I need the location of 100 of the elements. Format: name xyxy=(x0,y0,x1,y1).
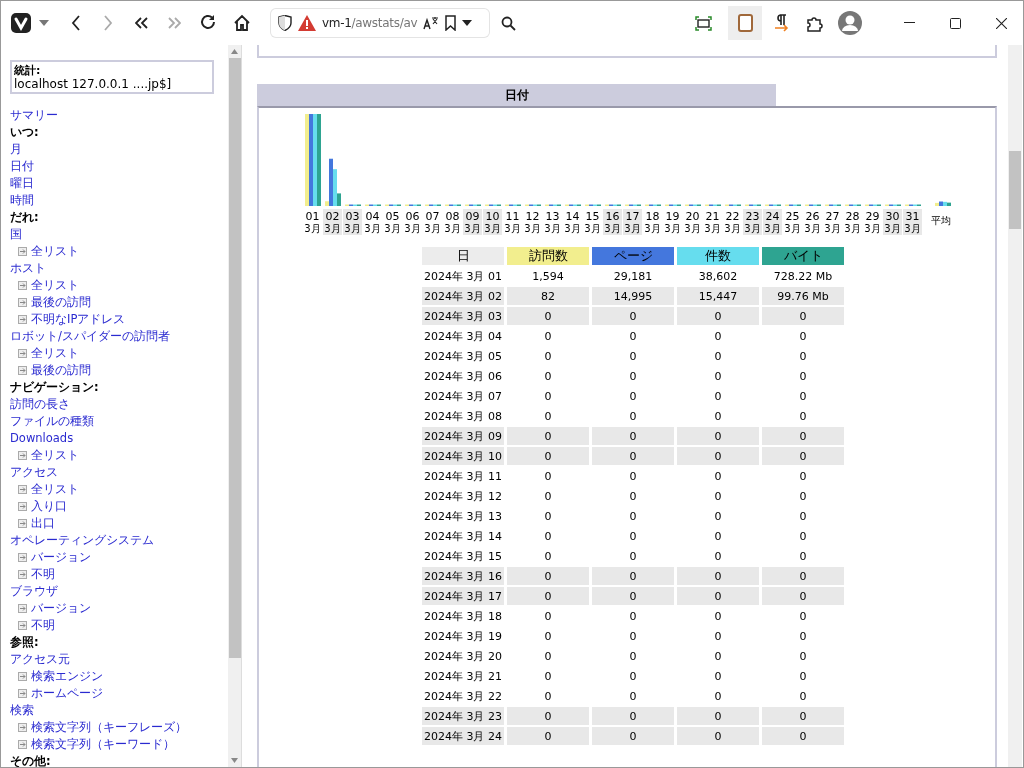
scrollbar-thumb[interactable] xyxy=(1009,151,1021,229)
menu-link[interactable]: 月 xyxy=(10,141,22,158)
menu-link[interactable]: 時間 xyxy=(10,192,34,209)
minimize-icon[interactable] xyxy=(904,22,915,24)
translate-icon[interactable] xyxy=(423,16,440,30)
menu-link[interactable]: 入り口 xyxy=(31,498,67,515)
table-cell: 0 xyxy=(592,587,674,605)
day-label: 20 3月 xyxy=(683,209,703,235)
day-label: 03 3月 xyxy=(343,209,363,235)
menu-link[interactable]: ロボット/スパイダーの訪問者 xyxy=(10,328,170,345)
shield-icon[interactable] xyxy=(278,15,292,31)
capture-icon[interactable] xyxy=(695,15,712,31)
search-icon[interactable] xyxy=(501,15,516,31)
table-cell-text: 0 xyxy=(798,348,808,365)
browser-logo-icon[interactable] xyxy=(11,13,31,33)
menu-link[interactable]: 国 xyxy=(10,226,22,243)
scroll-up-icon[interactable] xyxy=(231,49,238,54)
menu-link[interactable]: 全リスト xyxy=(31,345,79,362)
menu-link[interactable]: 検索エンジン xyxy=(31,668,103,685)
table-cell: 0 xyxy=(507,447,589,465)
menu-link[interactable]: 全リスト xyxy=(31,243,79,260)
address-field[interactable]: vm-1/awstats/av xyxy=(271,9,489,37)
menu-link[interactable]: 訪問の長さ xyxy=(10,396,70,413)
table-cell-text: 0 xyxy=(798,368,808,385)
reload-icon[interactable] xyxy=(199,14,217,32)
menu-link[interactable]: アクセス xyxy=(10,464,58,481)
table-cell-text: 0 xyxy=(628,508,638,525)
menu-link[interactable]: 曜日 xyxy=(10,175,34,192)
date-cell-text: 2024年 3月 22 xyxy=(423,688,503,705)
warning-icon[interactable] xyxy=(298,15,316,31)
puzzle-icon[interactable] xyxy=(806,14,824,32)
table-cell: 0 xyxy=(592,427,674,445)
menu-heading: ナビゲーション: xyxy=(10,379,100,396)
menu-link[interactable]: 検索文字列（キーフレーズ） xyxy=(31,719,187,736)
table-cell: 0 xyxy=(507,427,589,445)
menu-link[interactable]: 全リスト xyxy=(31,447,79,464)
menu-link[interactable]: 不明なIPアドレス xyxy=(31,311,126,328)
sub-item-icon xyxy=(18,281,27,290)
menu-link[interactable]: ホームページ xyxy=(31,685,103,702)
table-cell: 0 xyxy=(762,727,844,745)
menu-link[interactable]: バージョン xyxy=(31,600,91,617)
menu-link[interactable]: オペレーティングシステム xyxy=(10,532,154,549)
table-cell: 0 xyxy=(592,567,674,585)
caret-icon[interactable] xyxy=(462,20,473,26)
avatar-icon[interactable] xyxy=(838,11,862,35)
table-cell: 0 xyxy=(507,587,589,605)
menu-link[interactable]: 最後の訪問 xyxy=(31,294,91,311)
menu-link[interactable]: ブラウザ xyxy=(10,583,58,600)
menu-link[interactable]: 不明 xyxy=(31,617,55,634)
average-label: 平均 xyxy=(931,214,951,228)
table-cell-text: 0 xyxy=(543,548,553,565)
table-cell: 0 xyxy=(762,587,844,605)
table-cell-text: 38,602 xyxy=(697,268,739,285)
table-cell-text: 0 xyxy=(798,488,808,505)
menu-link[interactable]: ホスト xyxy=(10,260,46,277)
menu-link[interactable]: Downloads xyxy=(10,430,74,447)
menu-link[interactable]: 検索 xyxy=(10,702,34,719)
home-icon[interactable] xyxy=(233,14,251,32)
back-icon[interactable] xyxy=(71,15,81,31)
menu-link[interactable]: 全リスト xyxy=(31,481,79,498)
table-cell: 15,447 xyxy=(677,287,759,305)
menu-link[interactable]: 日付 xyxy=(10,158,34,175)
menu-link[interactable]: 最後の訪問 xyxy=(31,362,91,379)
scroll-down-icon[interactable] xyxy=(231,758,238,763)
menu-link[interactable]: ファイルの種類 xyxy=(10,413,94,430)
close-icon[interactable] xyxy=(996,17,1007,29)
menu-link[interactable]: アクセス元 xyxy=(10,651,70,668)
panel-button[interactable] xyxy=(728,6,762,40)
day-label: 19 3月 xyxy=(663,209,683,235)
rewind-icon[interactable] xyxy=(135,17,149,29)
bookmark-icon[interactable] xyxy=(445,15,457,31)
menu-link[interactable]: 全リスト xyxy=(31,277,79,294)
scrollbar-thumb[interactable] xyxy=(228,58,241,658)
menu-link[interactable]: サマリー xyxy=(10,107,58,124)
day-label: 13 3月 xyxy=(543,209,563,235)
day-label: 05 3月 xyxy=(383,209,403,235)
table-cell-text: 0 xyxy=(628,488,638,505)
pilcrow-icon[interactable] xyxy=(774,14,790,32)
menu-link[interactable]: 検索文字列（キーワード） xyxy=(31,736,175,753)
date-cell-text: 2024年 3月 20 xyxy=(423,648,503,665)
menu-link[interactable]: 出口 xyxy=(31,515,55,532)
table-cell-text: 0 xyxy=(628,688,638,705)
table-cell: 0 xyxy=(592,307,674,325)
panel-icon[interactable] xyxy=(737,14,753,32)
table-cell-text: 0 xyxy=(543,488,553,505)
table-cell-text: 0 xyxy=(713,648,723,665)
day-label: 04 3月 xyxy=(363,209,383,235)
maximize-icon[interactable] xyxy=(950,17,961,29)
menu-link[interactable]: バージョン xyxy=(31,549,91,566)
date-cell-text: 2024年 3月 21 xyxy=(423,668,503,685)
menu-link[interactable]: 不明 xyxy=(31,566,55,583)
table-cell-text: 0 xyxy=(543,528,553,545)
day-label: 14 3月 xyxy=(563,209,583,235)
table-cell: 0 xyxy=(507,727,589,745)
table-cell-text: 0 xyxy=(713,668,723,685)
table-cell-text: 0 xyxy=(798,328,808,345)
table-cell: 0 xyxy=(762,427,844,445)
day-label: 02 3月 xyxy=(323,209,343,235)
date-cell: 2024年 3月 24 xyxy=(422,727,504,745)
day-label: 26 3月 xyxy=(803,209,823,235)
